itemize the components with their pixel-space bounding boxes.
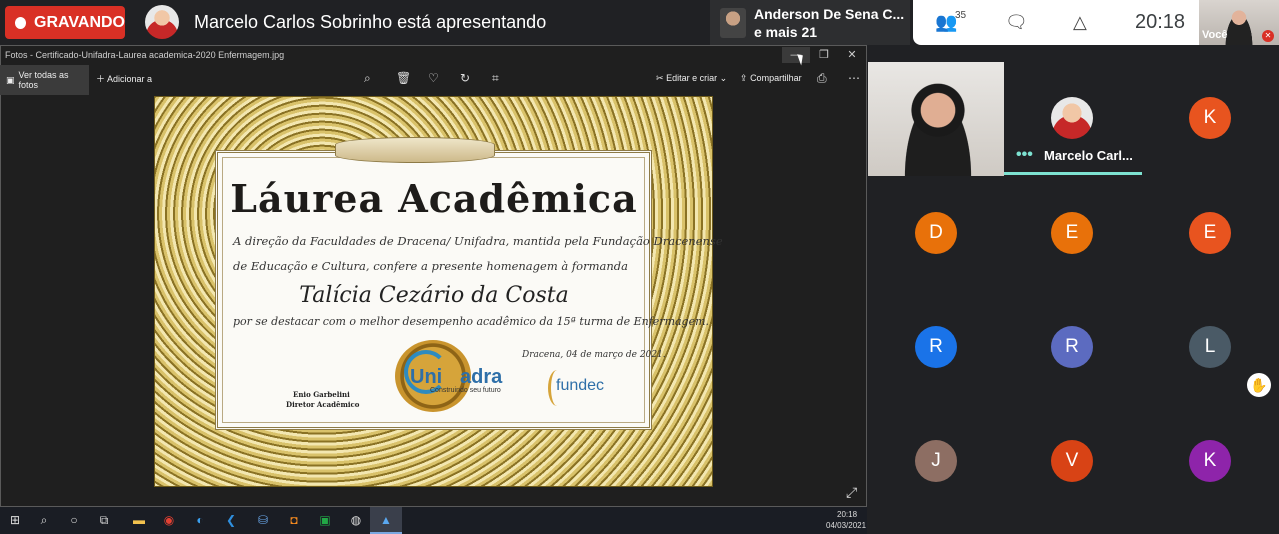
chat-app-icon[interactable]: ▣	[316, 511, 334, 529]
participant-avatar[interactable]: K	[1189, 440, 1231, 482]
file-explorer-icon[interactable]: ▬	[130, 511, 148, 529]
participant-avatar[interactable]: J	[915, 440, 957, 482]
xampp-icon[interactable]: ◘	[285, 511, 303, 529]
share-label: Compartilhar	[750, 73, 802, 83]
network-app-icon[interactable]: ⛁	[254, 511, 272, 529]
fundec-logo: fundec	[556, 377, 605, 394]
photos-app-icon[interactable]: ▲	[377, 511, 395, 529]
speaker-avatar	[720, 8, 746, 38]
edit-create-button[interactable]: ✂ Editar e criar ⌄	[656, 73, 727, 84]
favorite-icon[interactable]: ♡	[428, 71, 439, 85]
unifadra-logo-text-a: Uni	[410, 366, 443, 388]
certificate-date: Dracena, 04 de março de 2021.	[522, 350, 666, 360]
gallery-icon: ▣	[6, 74, 15, 85]
add-to-label: Adicionar a	[107, 74, 153, 84]
recording-badge: GRAVANDO	[5, 6, 125, 39]
activities-icon[interactable]: △	[1073, 12, 1087, 33]
self-label: Você	[1202, 29, 1228, 41]
signer-role: Diretor Acadêmico	[286, 400, 360, 409]
edge-icon[interactable]: ◐	[191, 511, 209, 529]
certificate-title: Láurea Acadêmica	[230, 176, 638, 221]
unifadra-logo-tagline: Construindo seu futuro	[430, 387, 501, 394]
speaker-more-count: e mais 21	[754, 24, 818, 40]
presenter-avatar	[145, 5, 179, 39]
print-icon[interactable]: ⎙	[817, 71, 827, 86]
presenting-status: Marcelo Carlos Sobrinho está apresentand…	[194, 12, 547, 32]
taskbar-time: 20:18	[837, 510, 858, 519]
unifadra-logo-text-b: adra	[460, 366, 503, 388]
close-button[interactable]: ✕	[838, 47, 866, 63]
view-all-label: Ver todas as fotos	[18, 70, 69, 90]
mic-off-icon: ✕	[1262, 30, 1274, 42]
raise-hand-icon[interactable]: ✋	[1247, 373, 1271, 397]
record-dot-icon	[15, 16, 27, 29]
participant-avatar[interactable]: R	[1051, 326, 1093, 368]
taskbar-search-icon[interactable]: ⌕	[35, 511, 53, 529]
obs-icon[interactable]: ◍	[347, 511, 365, 529]
minimize-button[interactable]: —	[782, 47, 810, 63]
task-view-icon[interactable]: ⧉	[95, 511, 113, 529]
taskbar-date: 04/03/2021	[826, 521, 867, 530]
share-icon: ⇪	[740, 73, 748, 83]
add-to-button[interactable]: ＋ Adicionar a	[96, 72, 152, 85]
certificate-recipient-name: Talícia Cezário da Costa	[299, 283, 569, 308]
rotate-icon[interactable]: ↻	[460, 71, 470, 85]
participant-avatar[interactable]: D	[915, 212, 957, 254]
photos-window-title: Fotos - Certificado-Unifadra-Laurea acad…	[5, 50, 285, 60]
people-count: 35	[955, 10, 967, 21]
maximize-button[interactable]: ❐	[810, 47, 838, 63]
crop-icon[interactable]: ⌗	[492, 71, 499, 86]
speaker-name: Anderson De Sena C...	[754, 6, 904, 22]
share-button[interactable]: ⇪ Compartilhar	[740, 73, 802, 84]
edit-create-label: Editar e criar	[666, 73, 718, 83]
participant-avatar[interactable]: R	[915, 326, 957, 368]
chevron-down-icon: ⌄	[719, 73, 728, 83]
view-all-photos-button[interactable]: ▣ Ver todas as fotos	[0, 65, 89, 95]
vscode-icon[interactable]: ❮	[222, 511, 240, 529]
participant-video-person	[898, 82, 978, 176]
plus-icon: ＋	[96, 74, 106, 84]
certificate-ribbon	[335, 137, 495, 163]
meeting-clock: 20:18	[1135, 11, 1186, 33]
certificate-line-1: A direção da Faculdades de Dracena/ Unif…	[233, 234, 723, 248]
chrome-icon[interactable]: ◉	[160, 511, 178, 529]
zoom-icon[interactable]: ⌕	[364, 71, 371, 86]
chat-icon[interactable]: 🗨	[1005, 12, 1028, 33]
speaking-indicator-icon: •••	[1016, 146, 1033, 163]
edit-icon: ✂	[656, 73, 664, 83]
delete-icon[interactable]: 🗑	[396, 71, 411, 85]
recording-label: GRAVANDO	[34, 13, 125, 31]
certificate-line-2: de Educação e Cultura, confere a present…	[233, 259, 628, 273]
windows-start-icon[interactable]: ⊞	[6, 511, 24, 529]
fullscreen-icon[interactable]: ⤢	[846, 484, 857, 501]
certificate-line-3: por se destacar com o melhor desempenho …	[233, 315, 710, 328]
more-options-icon[interactable]: ⋯	[848, 71, 860, 85]
participant-avatar[interactable]: L	[1189, 326, 1231, 368]
marcelo-avatar	[1051, 97, 1093, 139]
participant-avatar[interactable]: K	[1189, 97, 1231, 139]
participant-avatar[interactable]: E	[1189, 212, 1231, 254]
signer-name: Enio Garbelini	[293, 390, 350, 399]
marcelo-name: Marcelo Carl...	[1044, 148, 1133, 163]
active-speaker-bar	[1004, 172, 1142, 175]
participant-avatar[interactable]: E	[1051, 212, 1093, 254]
cortana-icon[interactable]: ○	[65, 511, 83, 529]
participant-avatar[interactable]: V	[1051, 440, 1093, 482]
